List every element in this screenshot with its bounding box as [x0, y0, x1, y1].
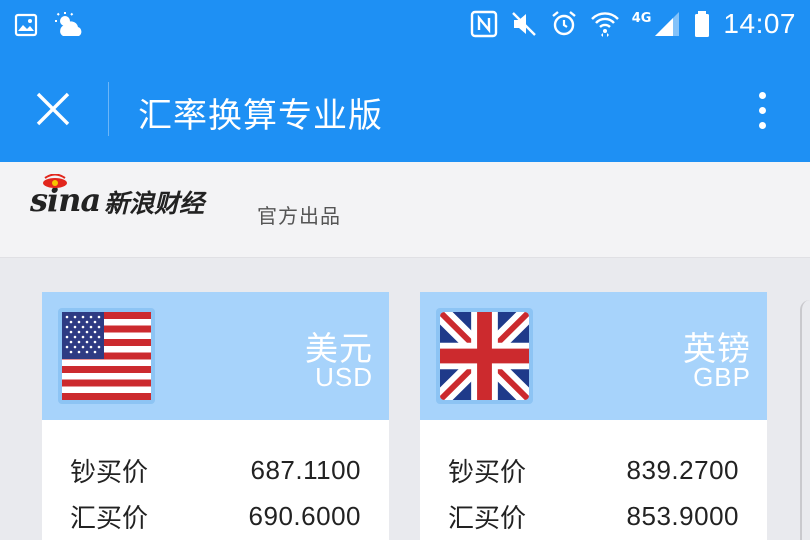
rate-label: 钞买价 [70, 457, 149, 488]
rate-value: 839.2700 [626, 454, 739, 485]
card-header: 英镑 GBP [420, 292, 767, 420]
brand-bar: sina 新浪财经 官方出品 [0, 162, 810, 258]
sina-brand-cn: 新浪财经 [104, 189, 205, 218]
battery-icon [693, 10, 711, 38]
nfc-icon [470, 10, 498, 38]
sina-logo: sina 新浪财经 [30, 174, 205, 218]
status-time: 14:07 [723, 8, 796, 39]
rate-value: 690.6000 [248, 500, 361, 531]
status-bar: 4G 14:07 [0, 0, 810, 54]
wifi-icon [590, 10, 620, 38]
app-bar: 汇率换算专业版 [0, 54, 810, 162]
currency-code: GBP [693, 362, 751, 392]
alarm-icon [550, 10, 578, 38]
next-card-edge [800, 300, 810, 540]
rate-row: 钞买价 839.2700 [448, 450, 739, 490]
more-vertical-icon [758, 91, 766, 99]
cellular-network-label: 4G [631, 10, 652, 26]
close-button[interactable] [28, 84, 78, 134]
status-left [14, 12, 86, 38]
gallery-icon [14, 13, 38, 37]
us-flag-icon [58, 308, 155, 404]
official-tagline: 官方出品 [257, 204, 341, 228]
rate-row: 汇买价 690.6000 [70, 496, 361, 536]
status-right: 4G 14:07 [470, 8, 796, 40]
weather-partly-cloudy-icon [54, 12, 86, 38]
currency-card-usd[interactable]: 美元 USD 钞买价 687.1100 汇买价 690.6000 [42, 292, 389, 540]
uk-flag-icon [436, 308, 533, 404]
rate-label: 汇买价 [70, 503, 149, 534]
rate-row: 钞买价 687.1100 [70, 450, 361, 490]
page-title: 汇率换算专业版 [138, 96, 383, 136]
more-options-button[interactable] [742, 82, 782, 138]
mute-icon [510, 10, 538, 38]
sina-logo-text: sina [30, 174, 101, 216]
rate-row: 汇买价 853.9000 [448, 496, 739, 536]
card-header: 美元 USD [42, 292, 389, 420]
currency-code: USD [315, 362, 373, 392]
rate-value: 687.1100 [250, 454, 361, 485]
close-icon [36, 92, 70, 126]
signal-icon [653, 10, 681, 38]
rate-label: 汇买价 [448, 503, 527, 534]
appbar-divider [108, 82, 109, 136]
currency-card-gbp[interactable]: 英镑 GBP 钞买价 839.2700 汇买价 853.9000 [420, 292, 767, 540]
sina-eye-icon [43, 174, 67, 188]
rate-label: 钞买价 [448, 457, 527, 488]
rate-value: 853.9000 [626, 500, 739, 531]
